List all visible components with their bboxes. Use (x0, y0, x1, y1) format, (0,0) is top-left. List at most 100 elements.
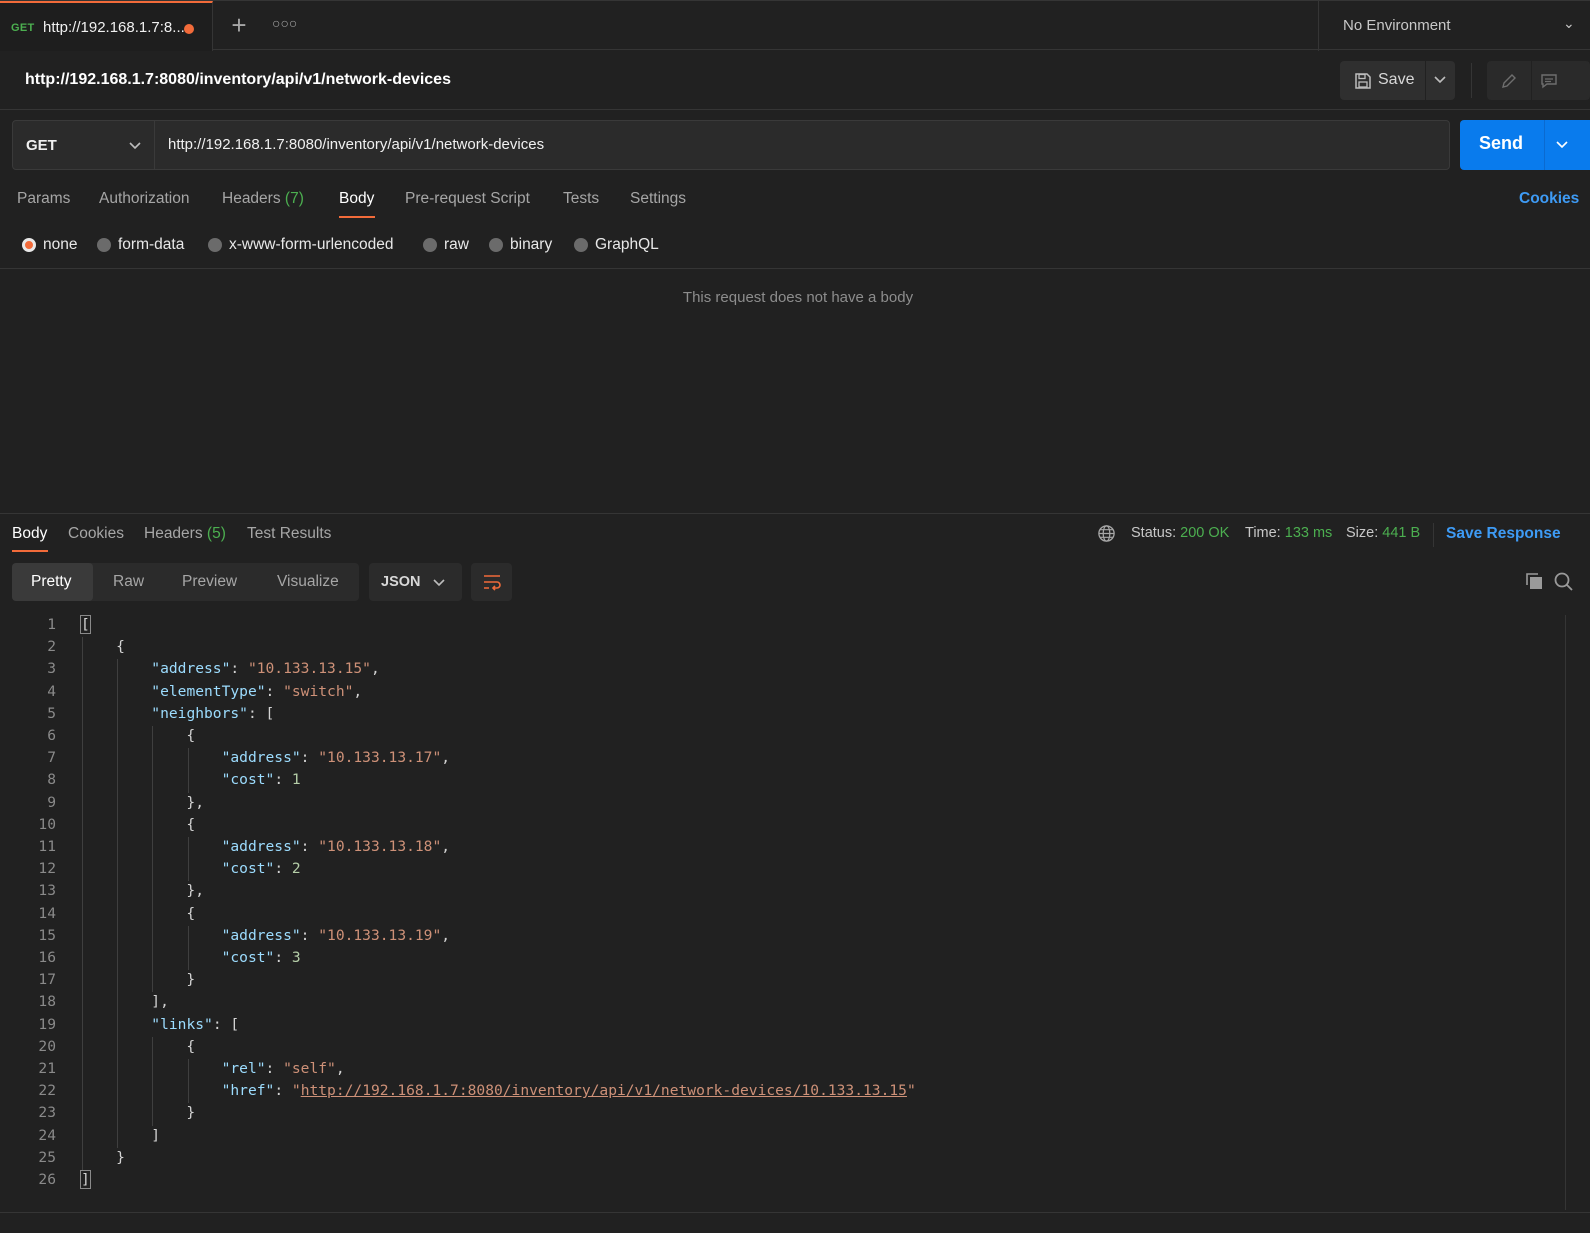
line-number: 1 (47, 616, 56, 633)
send-button-group: Send (1460, 120, 1590, 170)
code-line: 13 }, (0, 881, 1566, 903)
code-line: 26] (0, 1170, 1566, 1192)
code-text: { (81, 1037, 196, 1055)
code-text: "href": "http://192.168.1.7:8080/invento… (221, 1082, 916, 1100)
chevron-down-icon (1556, 141, 1568, 149)
status-bar (0, 1212, 1590, 1233)
indent-guide (152, 726, 154, 993)
view-pretty-button[interactable]: Pretty (12, 563, 93, 601)
line-number: 4 (47, 682, 56, 700)
code-line: 4 "elementType": "switch", (0, 682, 1566, 704)
tab-body[interactable]: Body (339, 190, 374, 208)
method-select[interactable]: GET (13, 121, 155, 169)
code-text: "address": "10.133.13.17", (221, 749, 451, 767)
line-number: 2 (47, 638, 56, 656)
response-tab-headers[interactable]: Headers (5) (144, 525, 226, 543)
line-number: 23 (38, 1104, 56, 1122)
no-body-message: This request does not have a body (682, 289, 914, 306)
tab-params[interactable]: Params (17, 190, 70, 208)
code-text: { (81, 815, 196, 833)
cookies-link[interactable]: Cookies (1519, 190, 1579, 208)
edit-comment-group (1487, 61, 1590, 100)
code-line: 17 } (0, 970, 1566, 992)
tab-settings[interactable]: Settings (630, 190, 686, 208)
radio-label: none (43, 236, 78, 253)
view-visualize-button[interactable]: Visualize (257, 563, 359, 601)
globe-icon[interactable] (1097, 524, 1116, 543)
divider (1433, 523, 1434, 547)
save-dropdown-button[interactable] (1426, 61, 1455, 100)
request-tabs: Params Authorization Headers (7) Body Pr… (0, 180, 1590, 220)
save-label: Save (1378, 71, 1415, 88)
tab-tests[interactable]: Tests (563, 190, 599, 208)
code-text: "cost": 1 (221, 771, 301, 789)
format-select[interactable]: JSON (369, 563, 462, 601)
response-tabs: Body Cookies Headers (5) Test Results St… (0, 515, 1590, 557)
radio-label: GraphQL (595, 236, 659, 253)
request-tab[interactable]: GET http://192.168.1.7:8... (0, 1, 213, 51)
indent-guide (117, 659, 119, 1148)
code-text: "address": "10.133.13.19", (221, 926, 451, 944)
view-raw-button[interactable]: Raw (93, 563, 162, 601)
size-value: 441 B (1382, 525, 1421, 541)
pane-splitter[interactable] (0, 513, 1590, 514)
line-number: 22 (38, 1082, 56, 1100)
code-line: 1[ (0, 615, 1566, 637)
tab-headers-label: Headers (222, 190, 281, 207)
radio-label: x-www-form-urlencoded (229, 236, 394, 253)
line-number: 14 (38, 904, 56, 922)
view-label: Preview (182, 573, 238, 590)
tab-pre-request-script[interactable]: Pre-request Script (405, 190, 530, 208)
indent-guide (187, 748, 189, 793)
line-number: 11 (38, 838, 56, 855)
code-line: 24 ] (0, 1126, 1566, 1148)
copy-icon[interactable] (1524, 571, 1544, 591)
url-input[interactable]: http://192.168.1.7:8080/inventory/api/v1… (168, 136, 544, 153)
more-tabs-icon[interactable]: ○○○ (272, 15, 297, 35)
tab-headers-count: (7) (284, 190, 304, 207)
response-tab-test-results[interactable]: Test Results (247, 525, 331, 543)
save-response-button[interactable]: Save Response (1446, 525, 1561, 543)
edit-button[interactable] (1487, 61, 1532, 100)
line-number: 7 (47, 749, 56, 767)
indent-guide (187, 837, 189, 882)
line-number: 21 (38, 1060, 56, 1077)
response-body-code[interactable]: 1[2 {3 "address": "10.133.13.15", 4 "elem… (0, 615, 1566, 1195)
time-readout[interactable]: Time: 133 ms (1245, 525, 1332, 541)
code-text: ] (80, 1170, 91, 1189)
code-line: 15 "address": "10.133.13.19", (0, 926, 1566, 948)
indent-guide (187, 1059, 189, 1104)
status-label: Status: (1131, 525, 1177, 541)
code-text: "address": "10.133.13.15", (151, 660, 380, 678)
indent-guide (152, 1036, 154, 1126)
environment-selector[interactable]: No Environment ⌄ (1318, 1, 1590, 51)
size-readout[interactable]: Size: 441 B (1346, 525, 1420, 541)
response-tab-body[interactable]: Body (12, 525, 47, 543)
save-button-group: Save (1340, 61, 1455, 100)
code-line: 8 "cost": 1 (0, 770, 1566, 792)
view-preview-button[interactable]: Preview (162, 563, 257, 601)
response-tab-headers-label: Headers (144, 525, 203, 542)
request-name[interactable]: http://192.168.1.7:8080/inventory/api/v1… (25, 71, 451, 89)
code-text: "address": "10.133.13.18", (221, 838, 451, 855)
code-text: "links": [ (151, 1015, 240, 1033)
line-number: 15 (38, 926, 56, 944)
tab-authorization[interactable]: Authorization (99, 190, 189, 208)
status-readout[interactable]: Status: 200 OK (1131, 525, 1229, 541)
url-bar: GET http://192.168.1.7:8080/inventory/ap… (12, 120, 1450, 170)
tab-headers[interactable]: Headers (7) (222, 190, 304, 208)
wrap-lines-button[interactable] (471, 563, 512, 601)
new-tab-plus-icon[interactable]: + (228, 12, 250, 38)
search-icon[interactable] (1553, 571, 1573, 591)
line-number: 17 (38, 971, 56, 989)
save-button[interactable]: Save (1340, 61, 1425, 100)
line-number: 16 (38, 949, 56, 966)
line-number: 3 (47, 660, 56, 678)
line-number: 5 (47, 704, 56, 722)
code-text: } (81, 971, 196, 989)
response-tab-cookies[interactable]: Cookies (68, 525, 124, 543)
code-text: "cost": 3 (221, 949, 301, 966)
send-button[interactable]: Send (1460, 120, 1542, 170)
code-text: "cost": 2 (221, 860, 301, 878)
scrollbar[interactable] (1565, 615, 1566, 1210)
